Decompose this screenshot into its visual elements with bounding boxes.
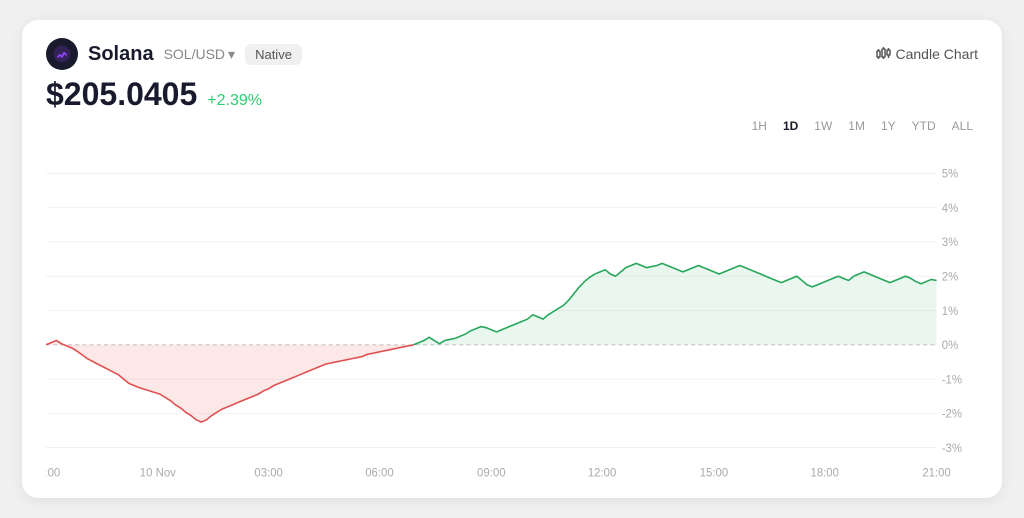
pair-chevron: ▾ — [228, 46, 235, 63]
svg-text:-2%: -2% — [942, 409, 962, 421]
price-change: +2.39% — [207, 92, 262, 110]
svg-text:1%: 1% — [942, 306, 958, 318]
candle-chart-icon — [875, 46, 891, 62]
price-value: $205.0405 — [46, 76, 197, 113]
tf-1w[interactable]: 1W — [809, 117, 837, 135]
svg-text:03:00: 03:00 — [254, 467, 282, 479]
candle-chart-label: Candle Chart — [896, 46, 979, 62]
svg-text:3%: 3% — [942, 237, 958, 249]
header-left: Solana SOL/USD ▾ Native — [46, 38, 302, 70]
chart-area: 1H 1D 1W 1M 1Y YTD ALL 5 — [46, 117, 978, 482]
tf-1h[interactable]: 1H — [747, 117, 772, 135]
native-badge[interactable]: Native — [245, 44, 302, 65]
svg-text:21:00: 21:00 — [46, 467, 60, 479]
tf-1d[interactable]: 1D — [778, 117, 803, 135]
svg-text:09:00: 09:00 — [477, 467, 505, 479]
main-card: Solana SOL/USD ▾ Native Candle Chart — [22, 20, 1002, 498]
header: Solana SOL/USD ▾ Native Candle Chart — [46, 38, 978, 70]
tf-1y[interactable]: 1Y — [876, 117, 901, 135]
timeframe-row: 1H 1D 1W 1M 1Y YTD ALL — [46, 117, 978, 135]
svg-text:18:00: 18:00 — [810, 467, 838, 479]
tf-ytd[interactable]: YTD — [907, 117, 941, 135]
svg-text:-1%: -1% — [942, 374, 962, 386]
svg-text:06:00: 06:00 — [365, 467, 393, 479]
pair-label: SOL/USD — [164, 46, 225, 62]
svg-text:2%: 2% — [942, 271, 958, 283]
candle-chart-button[interactable]: Candle Chart — [875, 46, 979, 62]
token-logo — [46, 38, 78, 70]
svg-text:5%: 5% — [942, 168, 958, 180]
chart-wrapper: 5% 4% 3% 2% 1% 0% -1% -2% -3% 21:00 — [46, 139, 978, 482]
tf-all[interactable]: ALL — [947, 117, 978, 135]
svg-text:21:00: 21:00 — [922, 467, 950, 479]
tf-1m[interactable]: 1M — [843, 117, 870, 135]
token-name: Solana — [88, 43, 154, 66]
svg-text:-3%: -3% — [942, 443, 962, 455]
svg-text:0%: 0% — [942, 340, 958, 352]
svg-text:15:00: 15:00 — [700, 467, 728, 479]
chart-svg: 5% 4% 3% 2% 1% 0% -1% -2% -3% 21:00 — [46, 139, 978, 482]
price-row: $205.0405 +2.39% — [46, 76, 978, 113]
svg-text:10 Nov: 10 Nov — [140, 467, 176, 479]
pair-selector[interactable]: SOL/USD ▾ — [164, 46, 236, 63]
svg-text:4%: 4% — [942, 203, 958, 215]
svg-text:12:00: 12:00 — [588, 467, 616, 479]
